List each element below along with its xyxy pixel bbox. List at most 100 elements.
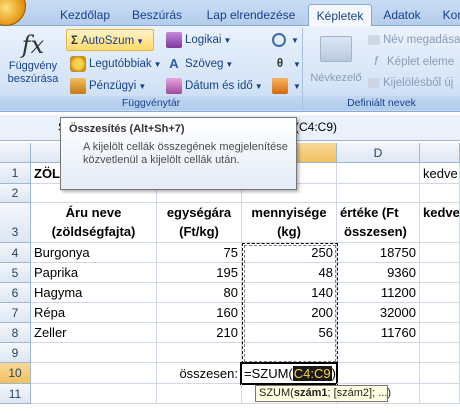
header-line: Áru neve [65, 205, 122, 220]
column-header-d[interactable]: D [337, 143, 420, 163]
cell-e1[interactable]: kedve [420, 163, 460, 184]
cell-value[interactable]: 9360 [337, 263, 420, 283]
cell-quantity[interactable]: 140 [242, 283, 337, 303]
header-line: (zöldségfajta) [51, 224, 136, 239]
cell[interactable] [420, 323, 460, 343]
header-cell-name[interactable]: Áru neve (zöldségfajta) [31, 203, 157, 243]
tab-data[interactable]: Adatok [374, 4, 430, 26]
total-label[interactable]: összesen: [157, 363, 242, 384]
row-header[interactable]: 8 [0, 323, 31, 343]
row-header[interactable]: 3 [0, 203, 31, 243]
active-cell-editor[interactable]: =SZUM(C4:C9) [240, 362, 338, 385]
name-manager-button[interactable]: Névkezelő [308, 32, 364, 92]
row-header[interactable]: 10 [0, 363, 31, 384]
cell[interactable] [31, 343, 157, 363]
header-cell-e[interactable]: kedve [420, 203, 460, 243]
tag-icon [368, 34, 380, 45]
tab-page-layout[interactable]: Lap elrendezése [196, 4, 306, 26]
cell-name[interactable]: Hagyma [31, 283, 157, 303]
header-cell-value[interactable]: értéke (Ft összesen) [337, 203, 420, 243]
book-icon [166, 31, 182, 48]
chevron-down-icon: ▼ [225, 60, 234, 69]
cell[interactable] [420, 384, 460, 404]
cell[interactable] [420, 303, 460, 323]
cell-value[interactable]: 11200 [337, 283, 420, 303]
row-header[interactable]: 7 [0, 303, 31, 323]
office-button[interactable] [0, 0, 26, 26]
row-header[interactable]: 1 [0, 163, 31, 184]
cell[interactable] [420, 343, 460, 363]
text-functions-button[interactable]: A Szöveg ▼ [166, 53, 233, 75]
select-all-corner[interactable] [0, 143, 31, 163]
function-argument-hint: SZUM(szám1; [szám2]; ...) [255, 385, 391, 402]
recent-functions-button[interactable]: Legutóbbiak ▼ [70, 53, 162, 75]
cell-quantity[interactable]: 56 [242, 323, 337, 343]
cell-price[interactable]: 75 [157, 243, 242, 263]
row-header[interactable]: 4 [0, 243, 31, 263]
cell-name[interactable]: Zeller [31, 323, 157, 343]
theta-icon: θ [276, 57, 284, 70]
cell[interactable] [337, 343, 420, 363]
cell[interactable] [337, 184, 420, 203]
formula-range-ref: C4:C9 [292, 366, 332, 381]
sigma-icon: Σ [71, 35, 78, 47]
header-cell-price[interactable]: egységára (Ft/kg) [157, 203, 242, 243]
header-line: (Ft/kg) [179, 224, 219, 239]
cell-name[interactable]: Burgonya [31, 243, 157, 263]
row-header[interactable]: 11 [0, 384, 31, 404]
lookup-functions-button[interactable]: ▼ [272, 29, 299, 51]
row-header[interactable]: 9 [0, 343, 31, 363]
chevron-down-icon: ▼ [223, 36, 232, 45]
cell-name[interactable]: Paprika [31, 263, 157, 283]
header-cell-quantity[interactable]: mennyisége (kg) [242, 203, 337, 243]
logical-functions-button[interactable]: Logikai ▼ [166, 29, 231, 51]
cell[interactable] [420, 263, 460, 283]
create-from-selection-button[interactable]: Kijelölésből új [368, 72, 453, 94]
cell[interactable] [242, 343, 337, 363]
cell[interactable] [31, 363, 157, 384]
header-line: (kg) [277, 224, 301, 239]
cell[interactable] [157, 343, 242, 363]
tab-formulas[interactable]: Képletek [308, 4, 372, 26]
cell[interactable] [420, 363, 460, 384]
row-header[interactable]: 5 [0, 263, 31, 283]
cell-price[interactable]: 160 [157, 303, 242, 323]
cell[interactable] [420, 243, 460, 263]
cell-price[interactable]: 80 [157, 283, 242, 303]
formula-input[interactable]: (C4:C9) [295, 120, 337, 136]
insert-function-button[interactable]: fx Függvény beszúrása [4, 30, 62, 94]
cell-price[interactable]: 195 [157, 263, 242, 283]
autosum-button[interactable]: Σ AutoSzum ▼ [66, 29, 154, 51]
cell-d1[interactable] [337, 163, 420, 184]
column-header-e[interactable] [420, 143, 460, 163]
financial-functions-button[interactable]: Pénzügyi ▼ [70, 75, 146, 97]
row-header[interactable]: 6 [0, 283, 31, 303]
row-header[interactable]: 2 [0, 184, 31, 203]
datetime-functions-button[interactable]: Dátum és idő ▼ [166, 75, 263, 97]
cell-value[interactable]: 18750 [337, 243, 420, 263]
cell[interactable] [157, 384, 242, 404]
cell[interactable] [420, 184, 460, 203]
cell[interactable] [337, 363, 420, 384]
header-line: kedve [423, 205, 460, 220]
more-functions-button[interactable]: ▼ [272, 75, 301, 97]
hint-function: SZUM( [259, 387, 294, 399]
header-line: egységára [166, 205, 232, 220]
cell-quantity[interactable]: 48 [242, 263, 337, 283]
cell-price[interactable]: 210 [157, 323, 242, 343]
cell[interactable] [420, 283, 460, 303]
cell-value[interactable]: 32000 [337, 303, 420, 323]
cell-name[interactable]: Répa [31, 303, 157, 323]
define-name-button[interactable]: Név megadása [368, 29, 460, 51]
cell-quantity[interactable]: 200 [242, 303, 337, 323]
insert-function-label-1: Függvény [8, 60, 58, 72]
cell-quantity[interactable]: 250 [242, 243, 337, 263]
use-in-formula-button[interactable]: f Képlet eleme [368, 51, 454, 73]
tab-home[interactable]: Kezdőlap [50, 4, 120, 26]
tab-review[interactable]: Kor [432, 4, 460, 26]
cell-value[interactable]: 11760 [337, 323, 420, 343]
cell[interactable] [31, 384, 157, 404]
math-functions-button[interactable]: θ ▼ [272, 53, 301, 75]
tab-insert[interactable]: Beszúrás [122, 4, 192, 26]
group-label-defined-names: Definiált nevek [303, 96, 460, 110]
